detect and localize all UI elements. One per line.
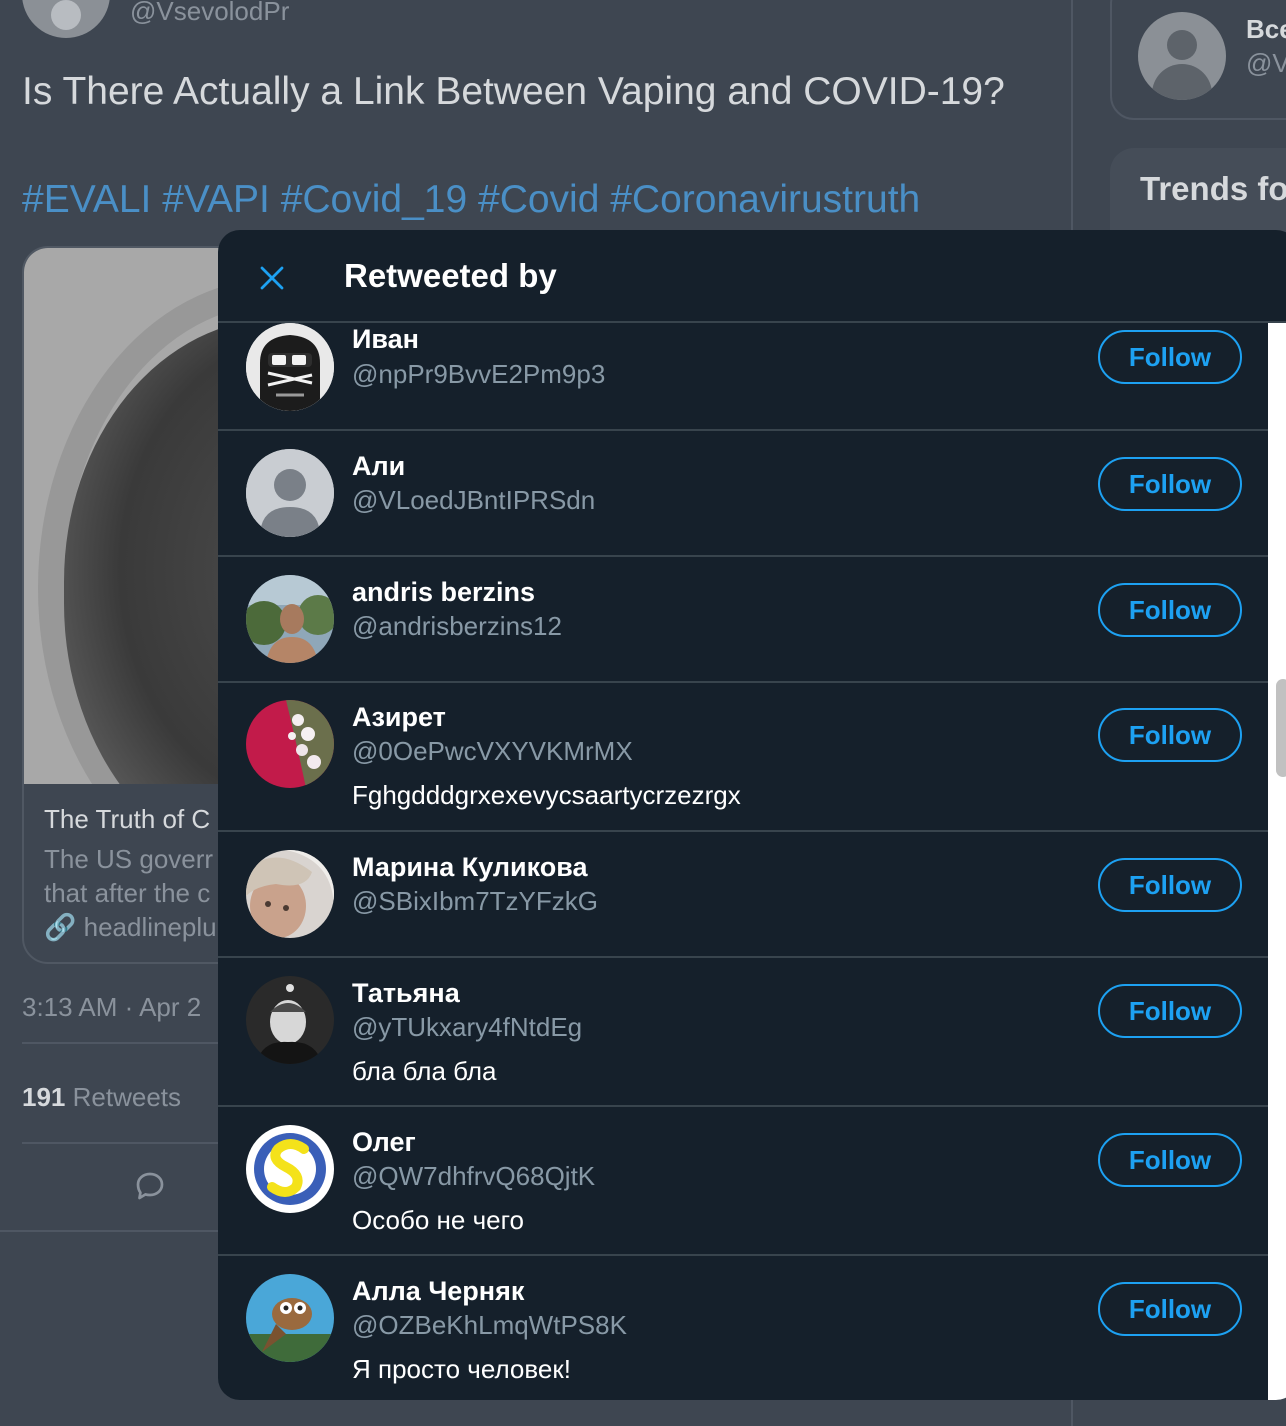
user-avatar[interactable] — [246, 449, 334, 537]
link-card-desc-line2: that after the c — [44, 878, 211, 908]
follow-button[interactable]: Follow — [1098, 457, 1242, 511]
sidebar-avatar[interactable] — [1138, 12, 1226, 100]
user-avatar[interactable] — [246, 850, 334, 938]
user-name[interactable]: Азирет — [352, 702, 446, 733]
trends-heading: Trends fo — [1140, 170, 1286, 207]
user-row[interactable]: Марина Куликова @SBixIbm7TzYFzkG Follow — [218, 832, 1268, 958]
scrollbar-track[interactable] — [1268, 323, 1286, 1400]
modal-title: Retweeted by — [344, 257, 557, 294]
user-handle: @0OePwcVXYVKMrMX — [352, 736, 633, 766]
retweet-count: 191 — [22, 1082, 66, 1112]
link-icon: 🔗 — [44, 912, 77, 942]
link-card-desc-line1: The US goverr — [44, 844, 214, 874]
user-handle: @yTUkxary4fNtdEg — [352, 1012, 583, 1042]
user-name[interactable]: Али — [352, 451, 405, 482]
tweet-timestamp[interactable]: 3:13 AM · Apr 2 — [22, 992, 201, 1023]
link-card-domain: headlineplu — [83, 912, 217, 942]
user-row[interactable]: Али @VLoedJBntIPRSdn Follow — [218, 431, 1268, 557]
follow-button[interactable]: Follow — [1098, 1133, 1242, 1187]
link-card-title: The Truth of C — [44, 804, 211, 834]
user-name[interactable]: Алла Черняк — [352, 1276, 524, 1307]
scrollbar-thumb[interactable] — [1276, 679, 1286, 777]
follow-button[interactable]: Follow — [1098, 708, 1242, 762]
user-bio: Особо не чего — [352, 1205, 524, 1235]
user-handle: @npPr9BvvE2Pm9p3 — [352, 359, 606, 389]
follow-button[interactable]: Follow — [1098, 1282, 1242, 1336]
user-avatar[interactable] — [246, 700, 334, 788]
tweet-text: Is There Actually a Link Between Vaping … — [22, 70, 1005, 113]
user-row[interactable]: Алла Черняк @OZBeKhLmqWtPS8K Я просто че… — [218, 1256, 1268, 1400]
retweet-label: Retweets — [72, 1082, 182, 1112]
user-name[interactable]: Олег — [352, 1127, 416, 1158]
user-name[interactable]: Иван — [352, 324, 419, 355]
user-row[interactable]: Олег @QW7dhfrvQ68QjtK Особо не чего Foll… — [218, 1107, 1268, 1256]
user-handle: @OZBeKhLmqWtPS8K — [352, 1310, 627, 1340]
user-row[interactable]: andris berzins @andrisberzins12 Follow — [218, 557, 1268, 683]
user-avatar[interactable] — [246, 575, 334, 663]
retweet-count-link[interactable]: 191 Retweets — [22, 1082, 181, 1113]
retweeters-list[interactable]: Иван @npPr9BvvE2Pm9p3 Follow Али @VLoedJ… — [218, 323, 1268, 1400]
user-name[interactable]: Татьяна — [352, 978, 460, 1009]
user-name[interactable]: andris berzins — [352, 577, 535, 608]
link-card-url: 🔗 headlineplu — [44, 912, 217, 943]
author-avatar[interactable] — [22, 0, 110, 38]
user-handle: @SBixIbm7TzYFzkG — [352, 886, 598, 916]
follow-button[interactable]: Follow — [1098, 858, 1242, 912]
user-handle: @VLoedJBntIPRSdn — [352, 485, 596, 515]
user-avatar[interactable] — [246, 323, 334, 411]
follow-button[interactable]: Follow — [1098, 984, 1242, 1038]
sidebar-handle: @V — [1246, 48, 1286, 78]
user-row[interactable]: Татьяна @yTUkxary4fNtdEg бла бла бла Fol… — [218, 958, 1268, 1107]
close-icon — [260, 266, 284, 290]
retweeted-by-modal: Retweeted by Иван @npPr9BvvE2Pm9p3 Follo… — [218, 230, 1286, 1400]
user-bio: Я просто человек! — [352, 1354, 571, 1384]
user-bio: Fghgdddgrxexevycsaartycrzezrgx — [352, 780, 741, 810]
user-bio: бла бла бла — [352, 1056, 497, 1086]
user-avatar[interactable] — [246, 1125, 334, 1213]
link-card-description: The US goverr that after the c — [44, 842, 213, 910]
follow-button[interactable]: Follow — [1098, 583, 1242, 637]
author-handle[interactable]: @VsevolodPr — [130, 0, 289, 27]
tweet-hashtags[interactable]: #EVALI #VAPI #Covid_19 #Covid #Coronavir… — [22, 178, 920, 222]
user-avatar[interactable] — [246, 976, 334, 1064]
user-handle: @andrisberzins12 — [352, 611, 562, 641]
reply-icon[interactable] — [132, 1168, 168, 1204]
sidebar-name[interactable]: Все — [1246, 14, 1286, 45]
follow-button[interactable]: Follow — [1098, 330, 1242, 384]
close-button[interactable] — [248, 254, 296, 302]
user-row[interactable]: Иван @npPr9BvvE2Pm9p3 Follow — [218, 323, 1268, 431]
modal-header: Retweeted by — [218, 230, 1286, 323]
user-handle: @QW7dhfrvQ68QjtK — [352, 1161, 596, 1191]
user-row[interactable]: Азирет @0OePwcVXYVKMrMX Fghgdddgrxexevyc… — [218, 683, 1268, 832]
user-name[interactable]: Марина Куликова — [352, 852, 588, 883]
user-avatar[interactable] — [246, 1274, 334, 1362]
